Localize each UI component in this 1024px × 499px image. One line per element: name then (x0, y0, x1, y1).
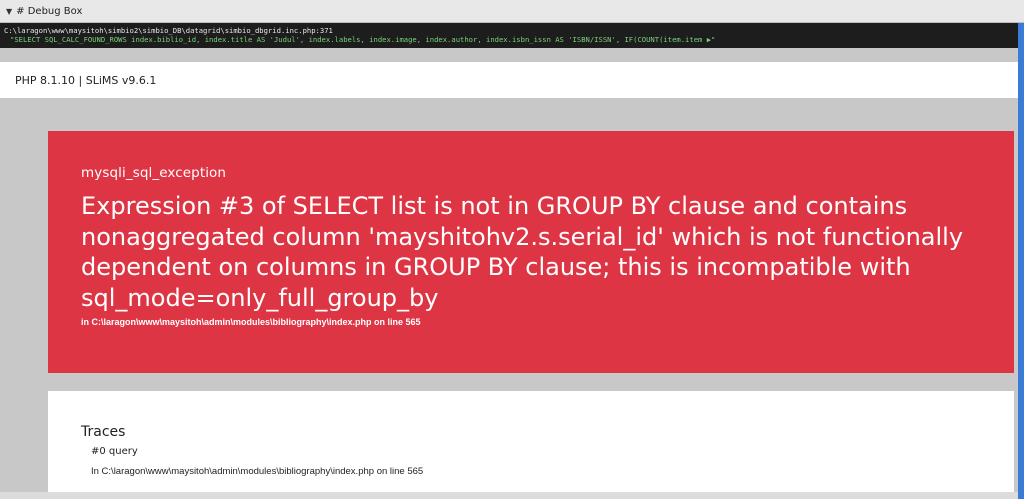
exception-type: mysqli_sql_exception (81, 165, 227, 181)
debug-box-header[interactable]: ▼ # Debug Box (0, 0, 1024, 23)
debug-sql-line: "SELECT SQL_CALC_FOUND_ROWS index.biblio… (4, 35, 1018, 44)
debug-sql-query: "SELECT SQL_CALC_FOUND_ROWS index.biblio… (10, 35, 703, 44)
collapse-toggle-icon[interactable]: ▼ (6, 7, 12, 16)
trace-location: In C:\laragon\www\maysitoh\admin\modules… (81, 466, 1014, 477)
expand-arrow-icon[interactable]: ▶" (707, 35, 716, 44)
trace-location-line: on line 565 (376, 466, 424, 477)
exception-message: Expression #3 of SELECT list is not in G… (81, 192, 964, 312)
exception-panel: mysqli_sql_exception Expression #3 of SE… (48, 131, 1014, 373)
traces-panel: Traces #0 query In C:\laragon\www\maysit… (48, 391, 1014, 499)
exception-location: in C:\laragon\www\maysitoh\admin\modules… (81, 317, 1014, 327)
debug-file-path: C:\laragon\www\maysitoh\simbio2\simbio_D… (4, 26, 333, 35)
exception-location-file: in C:\laragon\www\maysitoh\admin\modules… (81, 317, 372, 327)
traces-title: Traces (81, 424, 126, 440)
debug-box-content: C:\laragon\www\maysitoh\simbio2\simbio_D… (0, 23, 1018, 48)
trace-location-file: In C:\laragon\www\maysitoh\admin\modules… (91, 466, 375, 477)
trace-name: #0 query (91, 446, 138, 457)
exception-location-line: on line 565 (374, 317, 421, 327)
window-edge-strip (1018, 23, 1024, 499)
trace-item: #0 query In C:\laragon\www\maysitoh\admi… (81, 446, 1014, 477)
page-bottom-edge (0, 492, 1018, 499)
version-text: PHP 8.1.10 | SLiMS v9.6.1 (15, 73, 157, 87)
debug-box-title: # Debug Box (16, 5, 83, 17)
version-bar: PHP 8.1.10 | SLiMS v9.6.1 (0, 62, 1018, 98)
